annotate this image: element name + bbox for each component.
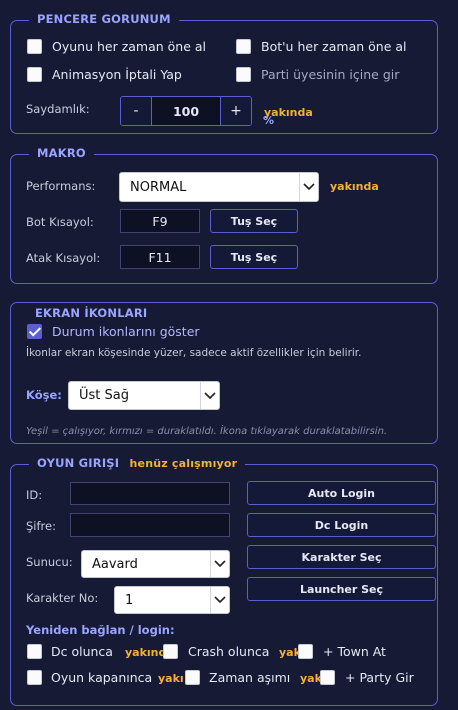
- server-label: Sunucu:: [26, 555, 73, 569]
- id-label: ID:: [26, 488, 43, 502]
- town-at-checkbox[interactable]: [298, 644, 313, 659]
- show-status-icons-label: Durum ikonlarını göster: [52, 324, 200, 339]
- always-on-top-label: Oyunu her zaman öne al: [52, 39, 207, 54]
- dc-when-label: Dc olunca: [51, 644, 113, 659]
- attack-shortcut-label: Atak Kısayol:: [26, 251, 101, 265]
- performance-label: Performans:: [26, 179, 96, 193]
- timeout-checkbox[interactable]: [185, 670, 200, 685]
- crash-when-checkbox[interactable]: [163, 644, 178, 659]
- always-on-top-checkbox[interactable]: [27, 39, 42, 54]
- show-status-icons-checkbox[interactable]: [27, 324, 42, 339]
- bot-shortcut-select-button[interactable]: Tuş Seç: [210, 209, 298, 233]
- bot-shortcut-label: Bot Kısayol:: [26, 215, 94, 229]
- auto-login-button[interactable]: Auto Login: [247, 481, 436, 505]
- reconnect-title: Yeniden bağlan / login:: [26, 623, 175, 637]
- party-enter-label: Parti üyesinin içine gir: [261, 67, 400, 82]
- bot-always-on-top-checkbox[interactable]: [236, 39, 251, 54]
- screen-icons-title: EKRAN İKONLARI: [35, 306, 148, 320]
- id-input[interactable]: [70, 482, 230, 505]
- dc-when-checkbox[interactable]: [27, 644, 42, 659]
- party-enter-checkbox[interactable]: [236, 67, 251, 82]
- login-not-working-label: henüz çalışmıyor: [129, 457, 238, 470]
- attack-shortcut-field[interactable]: F11: [120, 245, 200, 269]
- icons-hint: Yeşil = çalışıyor, kırmızı = duraklatıld…: [26, 426, 388, 437]
- game-close-soon-label: yakı: [158, 672, 184, 685]
- performance-select[interactable]: NORMAL: [119, 172, 319, 202]
- opacity-stepper[interactable]: - 100 +: [120, 96, 252, 126]
- timeout-soon-label: yak: [300, 672, 322, 685]
- town-at-label: + Town At: [323, 644, 386, 659]
- animation-cancel-label: Animasyon İptali Yap: [52, 67, 182, 82]
- crash-when-label: Crash olunca: [188, 644, 270, 659]
- opacity-label: Saydamlık:: [26, 102, 90, 116]
- game-login-title: OYUN GIRIŞI henüz çalışmıyor: [29, 456, 246, 470]
- chevron-down-icon: [200, 382, 219, 409]
- password-input[interactable]: [70, 513, 230, 537]
- performance-value: NORMAL: [130, 179, 187, 195]
- performance-soon-label: yakında: [330, 180, 379, 193]
- corner-value: Üst Sağ: [79, 388, 129, 403]
- launcher-select-button[interactable]: Launcher Seç: [247, 577, 436, 601]
- game-login-title-text: OYUN GIRIŞI: [37, 456, 120, 470]
- opacity-minus-button[interactable]: -: [121, 97, 151, 125]
- corner-label: Köşe:: [26, 388, 62, 402]
- window-view-title: PENCERE GORUNUM: [29, 12, 179, 26]
- game-close-checkbox[interactable]: [27, 670, 42, 685]
- opacity-plus-button[interactable]: +: [221, 97, 251, 125]
- opacity-value[interactable]: 100: [151, 97, 221, 125]
- opacity-percent-label: %: [263, 114, 275, 127]
- character-no-value: 1: [125, 592, 134, 608]
- party-join-label: + Party Gir: [345, 670, 414, 685]
- bot-always-on-top-label: Bot'u her zaman öne al: [261, 39, 407, 54]
- password-label: Şifre:: [26, 519, 56, 533]
- attack-shortcut-select-button[interactable]: Tuş Seç: [210, 245, 298, 269]
- chevron-down-icon: [210, 551, 229, 577]
- dc-when-soon-label: yakınd: [125, 646, 167, 659]
- party-join-checkbox[interactable]: [320, 670, 335, 685]
- timeout-label: Zaman aşımı: [209, 670, 291, 685]
- chevron-down-icon: [210, 587, 229, 613]
- server-select[interactable]: Aavard: [81, 550, 230, 578]
- macro-title: MAKRO: [29, 146, 94, 160]
- bot-shortcut-field[interactable]: F9: [120, 209, 200, 233]
- character-no-label: Karakter No:: [26, 591, 99, 605]
- game-close-label: Oyun kapanınca: [51, 670, 153, 685]
- character-no-select[interactable]: 1: [114, 586, 230, 614]
- server-value: Aavard: [92, 556, 138, 572]
- chevron-down-icon: [299, 173, 318, 201]
- dc-login-button[interactable]: Dc Login: [247, 513, 436, 537]
- character-select-button[interactable]: Karakter Seç: [247, 545, 436, 569]
- corner-select[interactable]: Üst Sağ: [68, 381, 220, 410]
- animation-cancel-checkbox[interactable]: [27, 67, 42, 82]
- icons-description: İkonlar ekran köşesinde yüzer, sadece ak…: [26, 347, 362, 359]
